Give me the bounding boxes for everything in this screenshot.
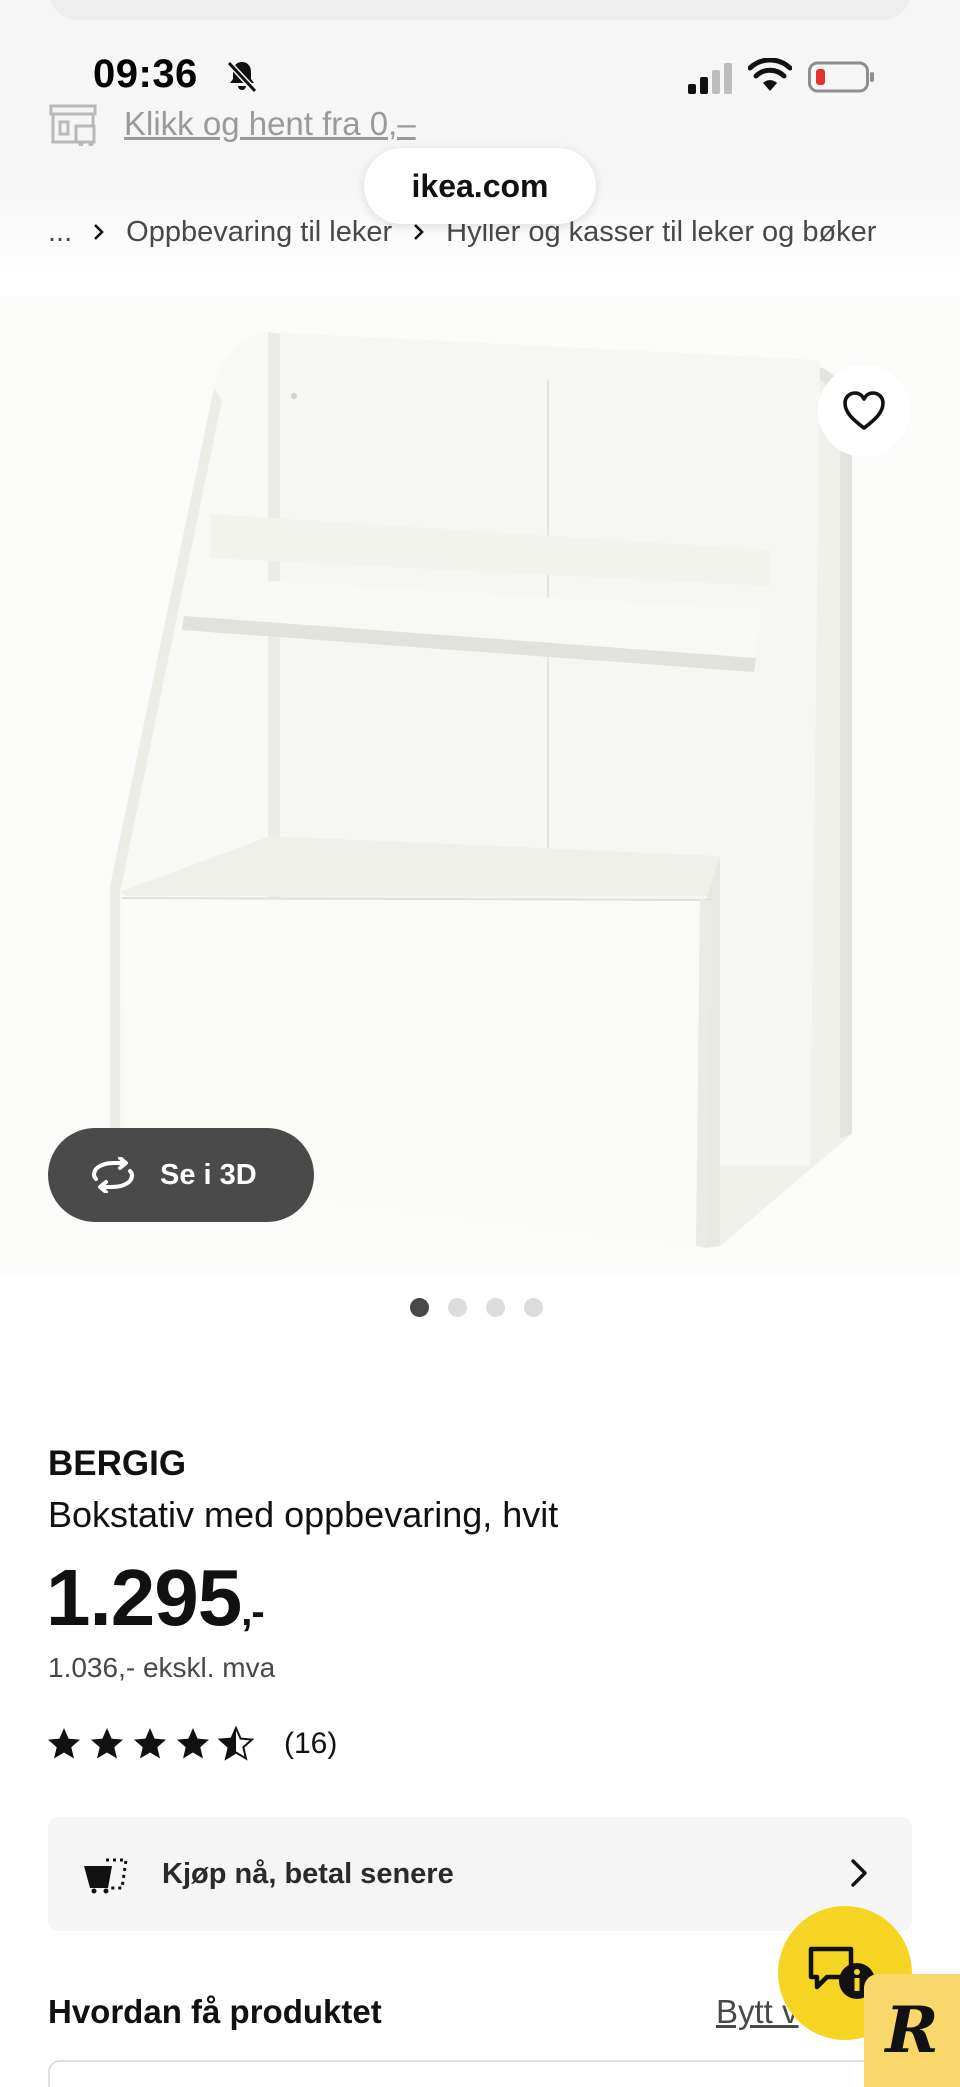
rotate-3d-icon [92, 1157, 134, 1193]
product-description: Bokstativ med oppbevaring, hvit [48, 1494, 559, 1535]
delivery-heading: Hvordan få produktet [48, 1993, 382, 2030]
view-in-3d-button[interactable]: Se i 3D [48, 1128, 314, 1222]
chevron-right-icon [851, 1859, 867, 1887]
star-rating-icon [48, 1727, 253, 1760]
price-suffix: ,- [241, 1590, 264, 1634]
gallery-dot-4[interactable] [524, 1298, 543, 1317]
product-price: 1.295,- [46, 1552, 265, 1644]
gallery-dot-1[interactable] [410, 1298, 429, 1317]
battery-low-icon [808, 61, 874, 93]
price-value: 1.295 [46, 1553, 242, 1642]
wifi-icon [748, 58, 792, 91]
cart-icon [84, 1858, 128, 1894]
buy-now-pay-later-label: Kjøp nå, betal senere [162, 1857, 454, 1890]
chevron-right-icon [412, 222, 426, 242]
click-and-collect-link[interactable]: Klikk og hent fra 0,– [48, 100, 416, 148]
store-icon [49, 104, 97, 146]
browser-url-pill[interactable]: ikea.com [364, 148, 596, 224]
heart-icon [843, 391, 885, 430]
chevron-right-icon [92, 222, 106, 242]
r-extension-badge[interactable]: R [864, 1974, 960, 2087]
breadcrumb-ellipsis[interactable]: ... [48, 216, 72, 249]
breadcrumb-item-toy-storage[interactable]: Oppbevaring til leker [126, 216, 392, 249]
gallery-pagination [410, 1298, 543, 1317]
click-and-collect-text[interactable]: Klikk og hent fra 0,– [124, 105, 416, 143]
product-rating[interactable]: (16) [46, 1726, 337, 1762]
gallery-dot-2[interactable] [448, 1298, 467, 1317]
status-time: 09:36 [93, 52, 198, 96]
bell-muted-icon [226, 60, 258, 94]
price-excl-vat: 1.036,- ekskl. mva [48, 1652, 276, 1683]
product-brand: BERGIG [48, 1444, 187, 1483]
gallery-dot-3[interactable] [486, 1298, 505, 1317]
buy-now-pay-later-button[interactable]: Kjøp nå, betal senere [48, 1817, 912, 1931]
cellular-signal-icon [688, 63, 732, 94]
top-search-pill [48, 0, 912, 20]
view-in-3d-label: Se i 3D [160, 1158, 257, 1191]
favorite-button[interactable] [818, 365, 910, 457]
review-count[interactable]: (16) [284, 1727, 337, 1761]
delivery-options-card[interactable] [48, 2060, 912, 2087]
